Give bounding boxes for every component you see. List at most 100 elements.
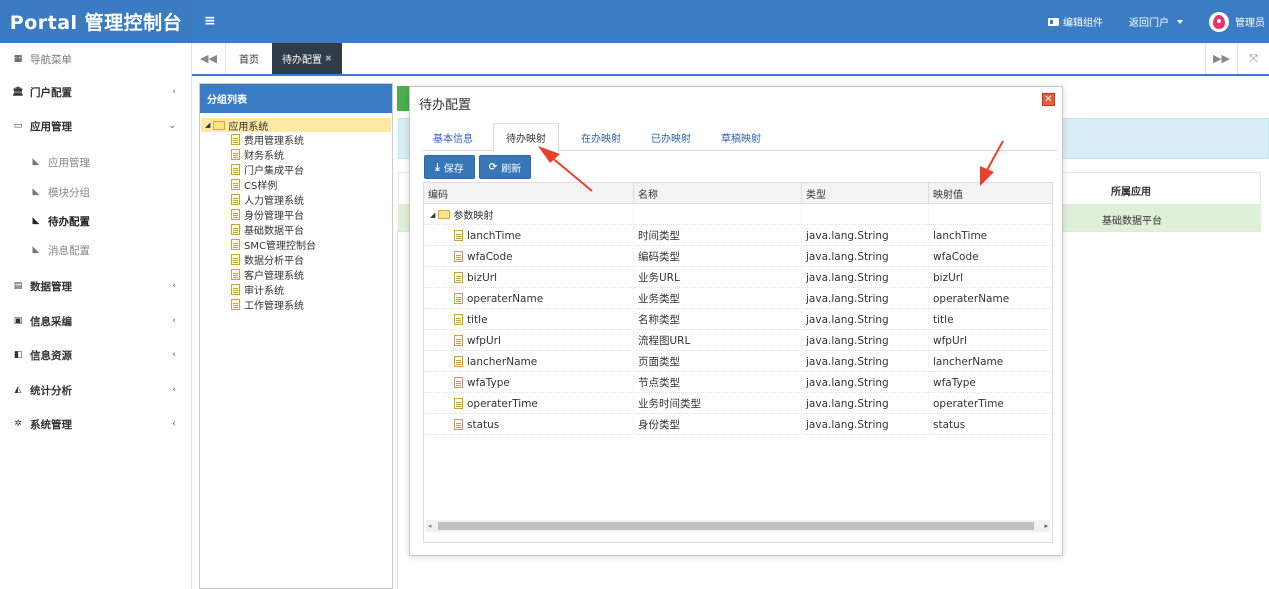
column-header-code[interactable]: 编码: [424, 183, 634, 204]
group-tree: ◢ 应用系统 费用管理系统 财务系统 门户集成平台 CS样例人力管理系统 身份管理平台基…: [200, 113, 392, 312]
grid-cell-value[interactable]: status: [929, 414, 1052, 435]
tab-basic-info[interactable]: 基本信息: [423, 123, 483, 151]
cell-text: operaterTime: [933, 397, 1004, 410]
scroll-right-icon[interactable]: ▸: [1044, 520, 1048, 532]
scroll-left-icon[interactable]: ◂: [428, 520, 432, 532]
group-row[interactable]: ◢ 参数映射: [424, 204, 1052, 225]
cell-text: 流程图URL: [638, 335, 691, 347]
table-cell-app: 基础数据平台: [1102, 216, 1162, 227]
scrollbar-thumb[interactable]: [438, 522, 1034, 530]
grid-cell-value[interactable]: lanchTime: [929, 225, 1052, 246]
table-row[interactable]: bizUrl 业务URL java.lang.String bizUrl: [424, 267, 1052, 288]
book-icon: ◧: [13, 350, 23, 360]
cell-text: operaterName: [933, 292, 1010, 305]
sidebar-item-info-resource[interactable]: ◧ 信息资源 ‹: [0, 347, 192, 363]
grid-cell-value[interactable]: wfaCode: [929, 246, 1052, 267]
tree-node[interactable]: SMC管理控制台: [200, 237, 392, 252]
user-menu[interactable]: 管理员: [1209, 11, 1265, 32]
sidebar-item-system[interactable]: ✲ 系统管理 ‹: [0, 416, 192, 432]
table-row[interactable]: wfaCode 编码类型 java.lang.String wfaCode: [424, 246, 1052, 267]
table-row[interactable]: wfaType 节点类型 java.lang.String wfaType: [424, 372, 1052, 393]
table-row[interactable]: title 名称类型 java.lang.String title: [424, 309, 1052, 330]
collapse-triangle-icon[interactable]: ◢: [430, 211, 435, 219]
tabs-next-icon[interactable]: ▶▶: [1205, 43, 1237, 74]
table-row[interactable]: operaterTime 业务时间类型 java.lang.String operat…: [424, 393, 1052, 414]
app-brand[interactable]: Portal 管理控制台: [0, 0, 192, 43]
cell-text: java.lang.String: [806, 250, 889, 263]
grid-cell-value[interactable]: operaterTime: [929, 393, 1052, 414]
sidebar-subitem-message-config[interactable]: ◣ 消息配置: [0, 242, 192, 258]
table-row[interactable]: lanchTime 时间类型 java.lang.String lanchTime: [424, 225, 1052, 246]
tab-done-mapping[interactable]: 已办映射: [639, 123, 703, 151]
menu-toggle-icon[interactable]: ≡: [204, 13, 216, 29]
sidebar-item-data-management[interactable]: ▤ 数据管理 ‹: [0, 278, 192, 294]
tabs-prev-icon[interactable]: ◀◀: [192, 43, 226, 74]
mapping-grid: 编码 名称 类型 映射值 ◢ 参数映射 lanchTime 时间类型 java.la…: [423, 182, 1053, 543]
tree-node[interactable]: 数据分析平台: [200, 252, 392, 267]
cell-text: operaterTime: [467, 397, 538, 410]
tree-node[interactable]: 基础数据平台: [200, 222, 392, 237]
fullscreen-icon[interactable]: ⤧: [1237, 43, 1269, 74]
document-icon: [231, 134, 240, 145]
tree-node[interactable]: 审计系统: [200, 282, 392, 297]
close-icon[interactable]: ✕: [1042, 93, 1055, 106]
refresh-button[interactable]: ⟳ 刷新: [479, 155, 531, 179]
folder-icon: [213, 120, 226, 130]
tree-node[interactable]: 人力管理系统: [200, 192, 392, 207]
group-list-panel: 分组列表 ◢ 应用系统 费用管理系统 财务系统 门户集成平台 CS样例 人力管理系统 身份…: [199, 83, 393, 589]
cell-text: 页面类型: [638, 356, 680, 368]
edit-widget-link[interactable]: 编辑组件: [1048, 14, 1103, 29]
column-header-name[interactable]: 名称: [634, 183, 802, 204]
column-header-type[interactable]: 类型: [802, 183, 929, 204]
cell-text: lanchTime: [933, 229, 988, 242]
grid-cell-value[interactable]: lancherName: [929, 351, 1052, 372]
back-portal-dropdown[interactable]: 返回门户: [1129, 14, 1183, 29]
sidebar-item-label: 消息配置: [48, 244, 90, 257]
document-icon: [231, 284, 240, 295]
grid-cell-value[interactable]: wfaType: [929, 372, 1052, 393]
grid-cell-value[interactable]: bizUrl: [929, 267, 1052, 288]
tree-node[interactable]: 客户管理系统: [200, 267, 392, 282]
tab-doing-mapping[interactable]: 在办映射: [569, 123, 633, 151]
grid-cell-value[interactable]: title: [929, 309, 1052, 330]
table-row[interactable]: wfpUrl 流程图URL java.lang.String wfpUrl: [424, 330, 1052, 351]
document-icon: [231, 194, 240, 205]
tree-node[interactable]: 身份管理平台: [200, 207, 392, 222]
tree-node[interactable]: CS样例: [200, 177, 392, 192]
sidebar-subitem-app-management[interactable]: ◣ 应用管理: [0, 154, 192, 170]
cell-text: java.lang.String: [806, 397, 889, 410]
close-icon[interactable]: ✖: [325, 54, 332, 63]
column-header-value[interactable]: 映射值: [929, 183, 1052, 204]
horizontal-scrollbar[interactable]: ◂ ▸: [426, 520, 1050, 532]
sidebar-item-portal-config[interactable]: 🏛 门户配置 ‹: [0, 84, 192, 100]
table-row[interactable]: operaterName 业务类型 java.lang.String operater…: [424, 288, 1052, 309]
column-header-app: 所属应用: [1111, 187, 1151, 198]
cell-text: 业务URL: [638, 272, 680, 284]
sidebar-item-app-management[interactable]: ▭ 应用管理 ⌄: [0, 118, 192, 134]
tab-draft-mapping[interactable]: 草稿映射: [709, 123, 773, 151]
save-button[interactable]: ⤓ 保存: [424, 155, 475, 179]
sidebar-subitem-module-group[interactable]: ◣ 模块分组: [0, 184, 192, 200]
grid-cell-type: java.lang.String: [802, 393, 929, 414]
tab-home[interactable]: 首页: [229, 43, 269, 74]
cell-text: java.lang.String: [806, 292, 889, 305]
tag-icon: ◣: [32, 187, 40, 197]
sidebar-item-info-edit[interactable]: ▣ 信息采编 ‹: [0, 313, 192, 329]
collapse-triangle-icon[interactable]: ◢: [205, 121, 210, 129]
tree-root-node[interactable]: ◢ 应用系统: [201, 118, 391, 133]
table-row[interactable]: status 身份类型 java.lang.String status: [424, 414, 1052, 435]
tree-node[interactable]: 门户集成平台: [200, 162, 392, 177]
tree-node[interactable]: 工作管理系统: [200, 297, 392, 312]
tab-todo-config[interactable]: 待办配置 ✖: [272, 43, 342, 74]
sidebar-subitem-todo-config[interactable]: ◣ 待办配置: [0, 213, 192, 229]
tab-todo-mapping[interactable]: 待办映射: [493, 123, 559, 152]
table-row[interactable]: lancherName 页面类型 java.lang.String lancherNa…: [424, 351, 1052, 372]
grid-cell-type: java.lang.String: [802, 372, 929, 393]
sidebar-item-statistics[interactable]: ◭ 统计分析 ‹: [0, 382, 192, 398]
grid-cell-value[interactable]: operaterName: [929, 288, 1052, 309]
bank-icon: 🏛: [12, 87, 24, 97]
tree-node-label: 人力管理系统: [244, 196, 304, 207]
tree-node[interactable]: 财务系统: [200, 147, 392, 162]
grid-cell-value[interactable]: wfpUrl: [929, 330, 1052, 351]
tree-node[interactable]: 费用管理系统: [200, 132, 392, 147]
